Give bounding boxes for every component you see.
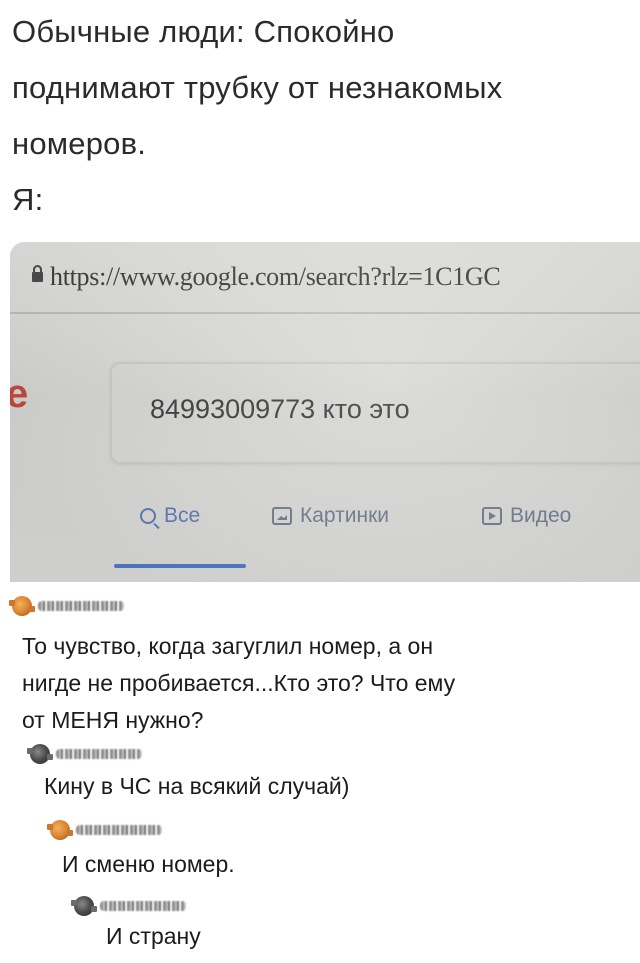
blurred-username[interactable] — [38, 601, 124, 611]
caption-line: Я: — [12, 182, 44, 217]
video-icon — [482, 507, 502, 525]
meme-caption: Обычные люди: Спокойно поднимают трубку … — [12, 4, 628, 228]
comment-line: от МЕНЯ нужно? — [22, 707, 204, 733]
comment-line: нигде не пробивается...Кто это? Что ему — [22, 670, 456, 696]
comment-body: То чувство, когда загуглил номер, а он н… — [22, 628, 455, 739]
caption-line: поднимают трубку от незнакомых — [12, 70, 503, 105]
blurred-username[interactable] — [100, 901, 186, 911]
caption-line: Обычные люди: Спокойно — [12, 14, 395, 49]
tab-label: Все — [164, 504, 201, 527]
avatar[interactable] — [71, 896, 97, 916]
comment-line: И сменю номер. — [62, 851, 235, 877]
blurred-username[interactable] — [56, 749, 142, 759]
comment-header — [71, 894, 186, 918]
comment-header — [9, 594, 124, 618]
comment-header — [27, 742, 142, 766]
blurred-username[interactable] — [76, 825, 162, 835]
tab-images[interactable]: Картинки — [272, 504, 389, 528]
google-logo-fragment[interactable]: e — [10, 372, 28, 417]
comment-line: И страну — [106, 923, 201, 949]
browser-photo: https://www.google.com/search?rlz=1C1GC … — [10, 242, 640, 582]
avatar[interactable] — [27, 744, 53, 764]
comment-body: Кину в ЧС на всякий случай) — [44, 768, 349, 805]
search-input[interactable]: 84993009773 кто это — [110, 362, 640, 464]
image-icon — [272, 507, 292, 525]
caption-line: номеров. — [12, 126, 147, 161]
active-tab-indicator — [114, 564, 246, 568]
search-icon — [140, 508, 156, 524]
avatar[interactable] — [47, 820, 73, 840]
tab-video[interactable]: Видео — [482, 504, 571, 528]
url-text[interactable]: https://www.google.com/search?rlz=1C1GC — [50, 262, 501, 292]
tab-label: Картинки — [300, 504, 389, 527]
comment-header — [47, 818, 162, 842]
tab-label: Видео — [510, 504, 572, 527]
comment-body: И сменю номер. — [62, 846, 235, 883]
lock-icon — [32, 265, 43, 282]
search-tabs: Все Картинки Видео — [10, 504, 640, 544]
address-bar[interactable]: https://www.google.com/search?rlz=1C1GC — [10, 242, 640, 314]
search-query-text: 84993009773 кто это — [150, 394, 410, 424]
avatar[interactable] — [9, 596, 35, 616]
comment-line: То чувство, когда загуглил номер, а он — [22, 633, 434, 659]
comment-body: И страну — [106, 918, 201, 955]
tab-all[interactable]: Все — [140, 504, 200, 528]
comment-line: Кину в ЧС на всякий случай) — [44, 773, 350, 799]
